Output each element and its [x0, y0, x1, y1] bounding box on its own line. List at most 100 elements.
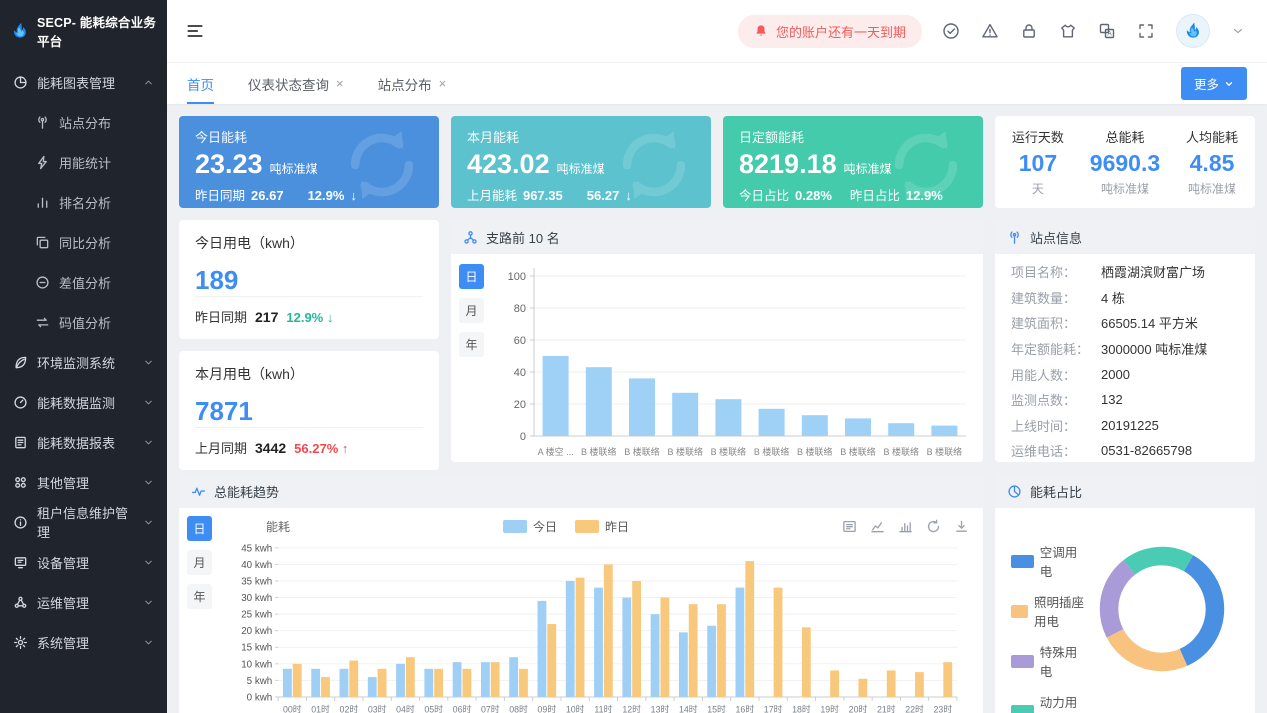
- minus-circle-icon: [35, 275, 50, 290]
- tab-site-distribution[interactable]: 站点分布 ×: [378, 63, 447, 104]
- sidebar-item-device-mgmt[interactable]: 设备管理: [0, 542, 167, 582]
- fullscreen-icon[interactable]: [1137, 22, 1155, 40]
- bar-chart-icon: [35, 195, 50, 210]
- legend-label: 昨日: [605, 518, 629, 535]
- chart-toolbox: [842, 519, 969, 534]
- bar-chart-icon[interactable]: [898, 519, 913, 534]
- usage-value: 7871: [195, 396, 423, 427]
- tab-label: 首页: [187, 74, 214, 94]
- station-label: 项目名称：: [1011, 262, 1101, 281]
- menu-label: 能耗数据报表: [37, 433, 115, 452]
- tab-home[interactable]: 首页: [187, 63, 214, 104]
- dashboard-content: 今日能耗 23.23吨标准煤 昨日同期26.67 12.9% ↓ 本月能耗 42…: [167, 104, 1267, 713]
- line-chart-icon[interactable]: [870, 519, 885, 534]
- panel-header: 站点信息: [995, 220, 1255, 254]
- collapse-sidebar-button[interactable]: [185, 21, 205, 41]
- sidebar-item-energy-stats[interactable]: 用能统计: [0, 142, 167, 182]
- sidebar-item-energy-data-monitoring[interactable]: 能耗数据监测: [0, 382, 167, 422]
- period-year-button[interactable]: 年: [187, 584, 212, 609]
- stat-title: 本月能耗: [467, 127, 695, 146]
- nodes-icon: [13, 595, 28, 610]
- legend-item-special[interactable]: 特殊用电: [1011, 642, 1087, 680]
- legend-item-power[interactable]: 动力用电: [1011, 692, 1087, 713]
- user-menu-chevron-icon[interactable]: [1231, 24, 1245, 38]
- period-month-button[interactable]: 月: [187, 550, 212, 575]
- sidebar-item-diff-analysis[interactable]: 差值分析: [0, 262, 167, 302]
- stat-foot-label: 今日占比: [739, 185, 789, 204]
- svg-text:09时: 09时: [538, 703, 557, 713]
- tab-meter-status[interactable]: 仪表状态查询×: [248, 63, 344, 104]
- svg-text:5 kwh: 5 kwh: [247, 675, 273, 686]
- period-year-button[interactable]: 年: [459, 332, 484, 357]
- svg-text:01时: 01时: [311, 703, 330, 713]
- svg-text:B 楼联络: B 楼联络: [840, 446, 876, 457]
- sidebar-item-energy-data-report[interactable]: 能耗数据报表: [0, 422, 167, 462]
- stat-foot-label: 上月能耗: [467, 185, 517, 204]
- data-view-icon[interactable]: [842, 519, 857, 534]
- summary-unit: 吨标准煤: [1186, 180, 1238, 197]
- stat-title: 日定额能耗: [739, 127, 967, 146]
- svg-text:B 楼联络: B 楼联络: [797, 446, 833, 457]
- station-row: 项目名称：栖霞湖滨财富广场: [1011, 259, 1239, 285]
- period-day-button[interactable]: 日: [187, 516, 212, 541]
- avatar[interactable]: [1176, 14, 1210, 48]
- summary-col-days: 运行天数 107 天: [1012, 127, 1064, 197]
- warning-icon[interactable]: [981, 22, 999, 40]
- svg-text:05时: 05时: [424, 703, 443, 713]
- usage-cards-column: 今日用电（kwh） 189 昨日同期 217 12.9% ↓ 本月用电（kwh）…: [179, 220, 439, 462]
- summary-value: 107: [1012, 150, 1064, 177]
- legend-label: 动力用电: [1040, 692, 1087, 713]
- period-buttons: 日 月 年: [459, 262, 492, 462]
- total-energy-trend-chart: 0 kwh5 kwh10 kwh15 kwh20 kwh25 kwh30 kwh…: [220, 540, 970, 713]
- summary-label: 总能耗: [1090, 127, 1160, 146]
- tabs-bar: 首页 仪表状态查询× 站点分布 × 更多: [167, 62, 1267, 104]
- gear-icon: [13, 635, 28, 650]
- station-value: 4 栋: [1101, 288, 1125, 307]
- sidebar-item-energy-chart-mgmt[interactable]: 能耗图表管理: [0, 62, 167, 102]
- app-title: SECP- 能耗综合业务平台: [37, 12, 157, 50]
- svg-text:B 楼联络: B 楼联络: [927, 446, 963, 457]
- station-label: 监测点数：: [1011, 390, 1101, 409]
- sidebar-item-ops-mgmt[interactable]: 运维管理: [0, 582, 167, 622]
- sidebar-item-env-monitoring[interactable]: 环境监测系统: [0, 342, 167, 382]
- svg-text:12时: 12时: [622, 703, 641, 713]
- stat-foot-label: 昨日同期: [195, 185, 245, 204]
- svg-text:45 kwh: 45 kwh: [241, 543, 272, 554]
- sidebar-item-tenant-info-mgmt[interactable]: 租户信息维护管理: [0, 502, 167, 542]
- copy-icon: [35, 235, 50, 250]
- check-circle-icon[interactable]: [942, 22, 960, 40]
- period-day-button[interactable]: 日: [459, 264, 484, 289]
- close-icon[interactable]: ×: [336, 76, 344, 91]
- station-row: 运维电话：0531-82665798: [1011, 438, 1239, 462]
- tab-label: 站点分布: [378, 74, 432, 94]
- legend-item-yesterday[interactable]: 昨日: [575, 518, 629, 535]
- theme-shirt-icon[interactable]: [1059, 22, 1077, 40]
- download-icon[interactable]: [954, 519, 969, 534]
- period-month-button[interactable]: 月: [459, 298, 484, 323]
- legend-item-ac[interactable]: 空调用电: [1011, 542, 1087, 580]
- sidebar-item-yoy-analysis[interactable]: 同比分析: [0, 222, 167, 262]
- more-tabs-button[interactable]: 更多: [1181, 67, 1247, 100]
- station-label: 上线时间：: [1011, 416, 1101, 435]
- account-expiry-alert[interactable]: 您的账户还有一天到期: [738, 15, 922, 48]
- legend-swatch: [575, 520, 599, 533]
- summary-label: 人均能耗: [1186, 127, 1238, 146]
- sidebar-item-code-value-analysis[interactable]: 码值分析: [0, 302, 167, 342]
- sidebar-item-other-mgmt[interactable]: 其他管理: [0, 462, 167, 502]
- sidebar-item-system-mgmt[interactable]: 系统管理: [0, 622, 167, 662]
- refresh-icon[interactable]: [926, 519, 941, 534]
- summary-unit: 吨标准煤: [1090, 180, 1160, 197]
- stat-card-month-energy: 本月能耗 423.02吨标准煤 上月能耗967.35 56.27 ↓: [451, 116, 711, 208]
- svg-text:23时: 23时: [934, 703, 953, 713]
- panel-title: 站点信息: [1030, 228, 1082, 247]
- translate-icon[interactable]: A: [1098, 22, 1116, 40]
- legend-item-today[interactable]: 今日: [503, 518, 557, 535]
- station-label: 用能人数：: [1011, 365, 1101, 384]
- station-value: 132: [1101, 392, 1123, 407]
- sidebar-item-site-distribution[interactable]: 站点分布: [0, 102, 167, 142]
- close-icon[interactable]: ×: [439, 76, 447, 91]
- svg-text:07时: 07时: [481, 703, 500, 713]
- sidebar-item-ranking-analysis[interactable]: 排名分析: [0, 182, 167, 222]
- legend-item-lighting[interactable]: 照明插座用电: [1011, 592, 1087, 630]
- lock-icon[interactable]: [1020, 22, 1038, 40]
